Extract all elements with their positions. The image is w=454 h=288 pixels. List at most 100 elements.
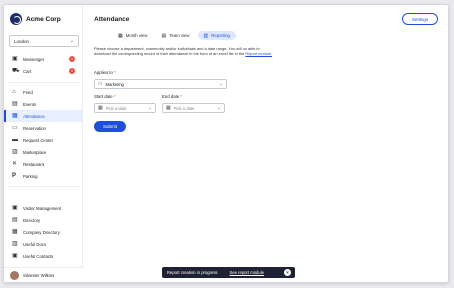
directory-icon: ▤ bbox=[12, 217, 18, 223]
contacts-icon: ▣ bbox=[12, 253, 18, 259]
sidebar-item-label: Directory bbox=[23, 217, 41, 223]
events-icon: ▤ bbox=[12, 101, 18, 107]
home-icon: ⌂ bbox=[12, 89, 16, 95]
company-directory-icon: ▦ bbox=[12, 229, 18, 235]
sidebar-divider bbox=[8, 186, 79, 187]
applies-to-value: Marketing bbox=[105, 81, 124, 87]
cart-icon: ⛟ bbox=[12, 68, 20, 74]
reservation-icon: ▭ bbox=[12, 125, 18, 131]
sidebar-item-label: Messenger bbox=[23, 56, 45, 62]
calendar-icon: ▦ bbox=[118, 32, 123, 39]
start-date-picker[interactable]: ▦ Pick a date ⌄ bbox=[94, 103, 156, 113]
calendar-icon: ▦ bbox=[12, 113, 18, 119]
end-date-label-text: End date bbox=[162, 94, 180, 99]
end-date-placeholder: Pick a date bbox=[173, 105, 195, 111]
sidebar-item-directory[interactable]: ▤ Directory bbox=[4, 214, 83, 226]
app-window: Acme Corp London ⌄ ▣ Messenger 1 ⛟ Cart … bbox=[3, 4, 449, 283]
applies-to-label: Applies to * bbox=[94, 70, 116, 75]
tab-team-view[interactable]: ▤ Team view bbox=[155, 31, 195, 40]
tab-reporting[interactable]: ▥ Reporting bbox=[197, 31, 236, 40]
sidebar-item-label: Cart bbox=[23, 68, 32, 74]
report-icon: ▥ bbox=[203, 32, 209, 39]
sidebar-item-label: Restaurant bbox=[23, 161, 45, 167]
start-date-placeholder: Pick a date bbox=[105, 105, 127, 111]
sidebar-item-label: Useful Contacts bbox=[23, 253, 54, 259]
sidebar-item-messenger[interactable]: ▣ Messenger 1 bbox=[4, 53, 83, 65]
tab-label: Reporting bbox=[211, 33, 230, 38]
brand-logo-icon bbox=[10, 13, 22, 25]
applies-to-select[interactable]: ⚇ Marketing ⌄ bbox=[94, 79, 227, 89]
report-module-link[interactable]: Report module. bbox=[245, 51, 272, 56]
close-icon[interactable]: × bbox=[284, 269, 291, 276]
sidebar-divider bbox=[8, 82, 79, 83]
chevron-down-icon: ⌄ bbox=[148, 105, 152, 110]
nav-group-main: ⌂ Feed ▤ Events ▦ Attendance ▭ Reservati… bbox=[4, 86, 83, 182]
sidebar-item-parking[interactable]: P Parking bbox=[4, 170, 83, 182]
location-value: London bbox=[14, 38, 30, 44]
tab-month-view[interactable]: ▦ Month view bbox=[112, 31, 153, 40]
sidebar-item-company-directory[interactable]: ▦ Company Directory bbox=[4, 226, 83, 238]
user-profile[interactable]: Silvester Wilkins bbox=[4, 267, 83, 282]
sidebar-item-restaurant[interactable]: ✕ Restaurant bbox=[4, 158, 83, 170]
sidebar-item-label: Visitor Management bbox=[23, 205, 62, 211]
tab-label: Month view bbox=[125, 33, 148, 38]
user-name: Silvester Wilkins bbox=[23, 272, 55, 278]
brand[interactable]: Acme Corp bbox=[10, 13, 61, 25]
sidebar-item-request-center[interactable]: ▬ Request Center bbox=[4, 134, 83, 146]
sidebar-item-useful-docs[interactable]: ▥ Useful Docs bbox=[4, 238, 83, 250]
sidebar-item-cart[interactable]: ⛟ Cart 1 bbox=[4, 65, 83, 77]
sidebar-item-label: Useful Docs bbox=[23, 241, 47, 247]
calendar-icon: ▦ bbox=[98, 105, 103, 111]
sidebar-item-label: Company Directory bbox=[23, 229, 60, 235]
required-marker: * bbox=[113, 94, 116, 99]
users-icon: ⚇ bbox=[98, 81, 103, 87]
messenger-icon: ▣ bbox=[12, 56, 18, 62]
required-marker: * bbox=[180, 94, 183, 99]
sidebar-item-label: Request Center bbox=[23, 137, 54, 143]
docs-icon: ▥ bbox=[12, 241, 18, 247]
messenger-badge: 1 bbox=[69, 56, 75, 62]
cart-badge: 1 bbox=[69, 68, 75, 74]
marketplace-icon: ▥ bbox=[12, 149, 18, 155]
applies-to-label-text: Applies to bbox=[94, 70, 113, 75]
sidebar-item-label: Reservation bbox=[23, 125, 46, 131]
page-title: Attendance bbox=[94, 16, 130, 23]
sidebar-item-label: Events bbox=[23, 101, 37, 107]
sidebar-item-reservation[interactable]: ▭ Reservation bbox=[4, 122, 83, 134]
nav-group-communication: ▣ Messenger 1 ⛟ Cart 1 bbox=[4, 53, 83, 77]
sidebar-item-useful-contacts[interactable]: ▣ Useful Contacts bbox=[4, 250, 83, 262]
start-date-label: Start date * bbox=[94, 94, 116, 99]
nav-group-resources: ▣ Visitor Management ▤ Directory ▦ Compa… bbox=[4, 202, 83, 262]
brand-name: Acme Corp bbox=[26, 15, 61, 23]
chevron-down-icon: ⌄ bbox=[219, 81, 223, 86]
start-date-label-text: Start date bbox=[94, 94, 113, 99]
sidebar-item-attendance[interactable]: ▦ Attendance bbox=[4, 110, 83, 122]
avatar bbox=[10, 270, 19, 280]
main-content: Attendance Settings ▦ Month view ▤ Team … bbox=[84, 5, 448, 282]
sidebar-item-feed[interactable]: ⌂ Feed bbox=[4, 86, 83, 98]
location-select[interactable]: London ⌄ bbox=[9, 35, 79, 47]
toast-message: Report creation in progress bbox=[167, 270, 218, 275]
form-description: Please choose a department, community an… bbox=[94, 46, 274, 57]
sidebar-item-label: Attendance bbox=[23, 113, 45, 119]
chevron-down-icon: ⌄ bbox=[217, 105, 221, 110]
visitor-icon: ▣ bbox=[12, 205, 18, 211]
chevron-down-icon: ⌄ bbox=[69, 38, 74, 44]
parking-icon: P bbox=[12, 173, 17, 179]
sidebar-item-events[interactable]: ▤ Events bbox=[4, 98, 83, 110]
sidebar-item-marketplace[interactable]: ▥ Marketplace bbox=[4, 146, 83, 158]
settings-button[interactable]: Settings bbox=[402, 13, 438, 25]
tab-label: Team view bbox=[169, 33, 190, 38]
toast-notification: Report creation in progress See report m… bbox=[162, 267, 295, 278]
submit-button[interactable]: Submit bbox=[94, 121, 126, 132]
end-date-picker[interactable]: ▦ Pick a date ⌄ bbox=[162, 103, 225, 113]
sidebar: Acme Corp London ⌄ ▣ Messenger 1 ⛟ Cart … bbox=[4, 5, 83, 282]
description-text: Please choose a department, community an… bbox=[94, 46, 260, 57]
end-date-label: End date * bbox=[162, 94, 182, 99]
sidebar-item-visitor-management[interactable]: ▣ Visitor Management bbox=[4, 202, 83, 214]
request-icon: ▬ bbox=[12, 137, 18, 143]
restaurant-icon: ✕ bbox=[12, 161, 18, 167]
sidebar-item-label: Feed bbox=[23, 89, 33, 95]
sidebar-item-label: Parking bbox=[23, 173, 38, 179]
see-report-module-link[interactable]: See report module bbox=[230, 270, 264, 275]
